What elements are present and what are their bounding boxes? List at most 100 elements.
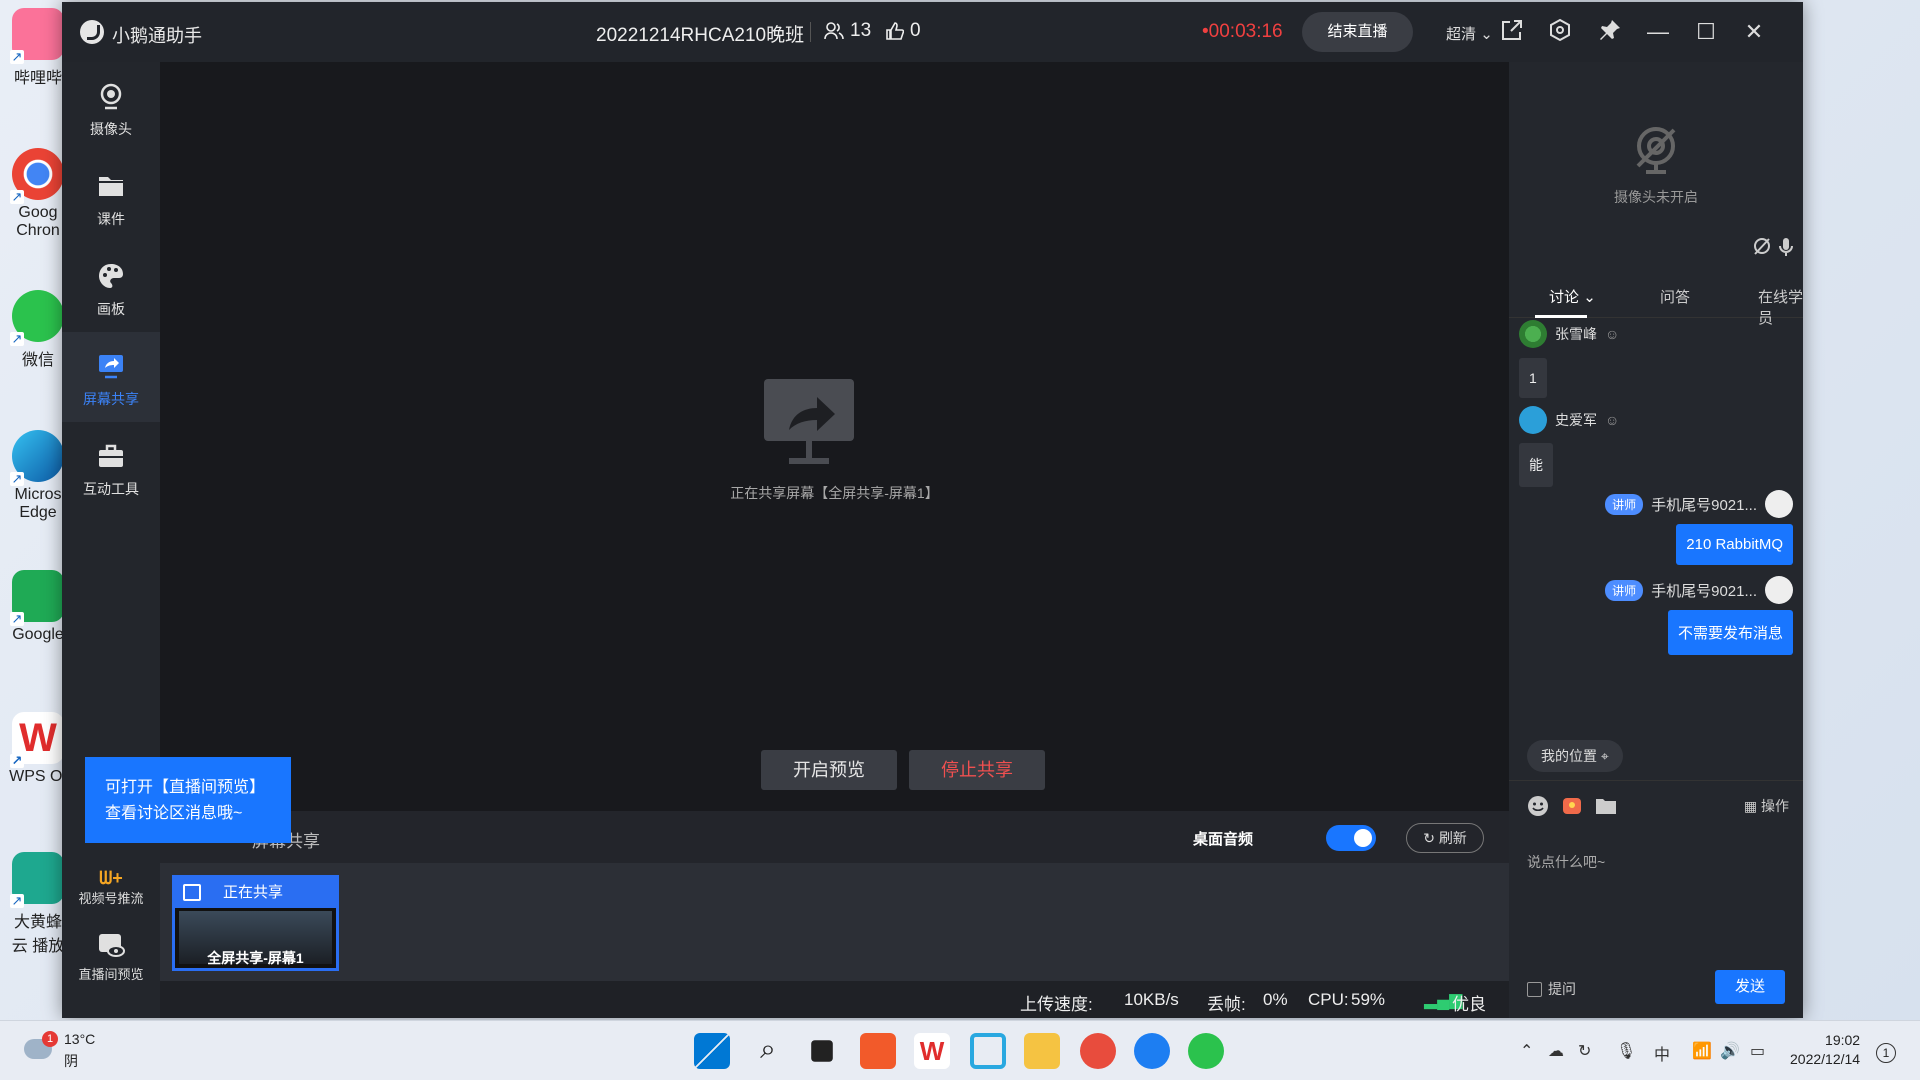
desktop-icon-edge[interactable]: Micros Edge [8, 430, 68, 522]
tooltip-line: 查看讨论区消息哦~ [105, 805, 243, 822]
taskbar-app-icon[interactable] [1080, 1033, 1116, 1069]
folder-icon [99, 177, 123, 196]
desktop-icon-chrome[interactable]: Goog Chron [8, 148, 68, 240]
live-assistant-icon[interactable] [1134, 1033, 1170, 1069]
monitor-icon [183, 884, 201, 901]
chat-username: 张雪峰 [1555, 326, 1597, 342]
taskbar-app-icon[interactable] [860, 1033, 896, 1069]
stop-share-button[interactable]: 停止共享 [909, 750, 1045, 790]
chat-message-header: 讲师 手机尾号9021... [1605, 576, 1793, 604]
chat-input[interactable]: 说点什么吧~ [1527, 852, 1605, 872]
chat-tabs: 讨论 ⌄ 问答 在线学员 [1509, 270, 1803, 327]
microphone-icon[interactable] [1775, 236, 1797, 258]
weather-desc: 阴 [64, 1053, 78, 1069]
refresh-button[interactable]: ↻ 刷新 [1406, 823, 1484, 853]
location-label: 我的位置 [1541, 748, 1597, 764]
microphone-icon[interactable]: 🎙 [1616, 1041, 1636, 1061]
maximize-icon[interactable]: ☐ [1692, 18, 1720, 46]
desktop-icon-bilibili[interactable]: 哔哩哔 [8, 8, 68, 88]
emoji-icon[interactable] [1527, 795, 1549, 817]
operations-label: 操作 [1761, 798, 1789, 814]
desktop-icon-label: 哔哩哔 [13, 70, 62, 87]
tab-label: 讨论 [1549, 289, 1580, 306]
minimize-icon[interactable]: — [1644, 18, 1672, 46]
clock[interactable]: 19:02 2022/12/14 [1790, 1031, 1860, 1069]
wps-icon[interactable]: W [914, 1033, 950, 1069]
question-checkbox[interactable]: 提问 [1527, 979, 1576, 999]
sharing-status-text: 正在共享屏幕【全屏共享-屏幕1】 [730, 485, 939, 501]
task-view-icon[interactable] [811, 1040, 833, 1062]
viewer-count-value: 13 [850, 20, 872, 41]
search-icon[interactable]: ⌕ [750, 1033, 786, 1069]
camera-toggle-icon[interactable] [1751, 236, 1773, 258]
desktop-icon-player[interactable]: 大黄蜂云 播放 [8, 852, 68, 956]
nav-item-label: 画板 [97, 301, 125, 317]
reply-icon[interactable]: ☺ [1605, 326, 1619, 342]
desktop-icon-wechat[interactable]: 微信 [8, 290, 68, 370]
share-export-icon[interactable] [1498, 18, 1526, 46]
thumbnail-status: 正在共享 [223, 884, 284, 901]
screen-share-stage: 正在共享屏幕【全屏共享-屏幕1】 开启预览 停止共享 [160, 62, 1509, 811]
live-timer: •00:03:16 [1202, 21, 1283, 42]
settings-icon[interactable] [1546, 18, 1574, 46]
like-count: 0 [886, 20, 921, 42]
network-quality: 优良 [1452, 995, 1486, 1014]
upload-speed-label: 上传速度: [1020, 995, 1093, 1014]
end-live-button[interactable]: 结束直播 [1302, 12, 1413, 52]
operations-menu[interactable]: ▦ 操作 [1744, 796, 1789, 816]
palette-icon [99, 264, 123, 288]
wechat-icon[interactable] [1188, 1033, 1224, 1069]
tooltip-line: 可打开【直播间预览】 [105, 779, 266, 796]
nav-item-whiteboard[interactable]: 画板 [62, 242, 160, 332]
reply-icon[interactable]: ☺ [1605, 412, 1619, 428]
nav-item-interactive-tools[interactable]: 互动工具 [62, 422, 160, 512]
start-preview-button[interactable]: 开启预览 [761, 750, 897, 790]
nav-item-live-preview[interactable]: 直播间预览 [62, 930, 160, 983]
notification-badge[interactable]: 1 [1876, 1043, 1896, 1063]
thumbs-up-icon [886, 22, 904, 40]
status-bar: 上传速度: 10KB/s 丢帧: 0% CPU: 59% ▂▄▆ 优良 [160, 981, 1509, 1018]
volume-icon[interactable]: 🔊 [1720, 1041, 1740, 1061]
pin-icon[interactable] [1596, 18, 1624, 46]
folder-icon[interactable] [1595, 795, 1617, 817]
refresh-label: 刷新 [1438, 830, 1467, 846]
taskbar-app-icon[interactable] [970, 1033, 1006, 1069]
wechat-icon [10, 290, 64, 346]
thumbnail-header: 正在共享 [175, 878, 336, 908]
desktop-audio-toggle[interactable] [1326, 825, 1376, 851]
screen-source-thumbnail[interactable]: 正在共享 全屏共享-屏幕1 [172, 875, 339, 971]
battery-icon[interactable]: ▭ [1750, 1041, 1765, 1061]
chat-message-header: 史爱军 ☺ [1519, 406, 1619, 434]
nav-item-screen-share[interactable]: 屏幕共享 [62, 332, 160, 422]
clock-date: 2022/12/14 [1790, 1051, 1861, 1067]
checkbox[interactable] [1527, 981, 1542, 997]
ime-indicator[interactable]: 中 [1654, 1041, 1670, 1065]
sync-icon[interactable]: ↻ [1578, 1041, 1591, 1061]
red-packet-icon[interactable] [1561, 795, 1583, 817]
file-explorer-icon[interactable] [1024, 1033, 1060, 1069]
nav-item-video-push[interactable]: ᗯ+ 视频号推流 [62, 868, 160, 907]
weather-temp: 13°C [64, 1031, 96, 1047]
tab-qa[interactable]: 问答 [1660, 286, 1690, 307]
chevron-up-icon[interactable]: ⌃ [1520, 1041, 1533, 1061]
send-button[interactable]: 发送 [1715, 970, 1785, 1004]
app-name: 小鹅通助手 [112, 26, 202, 46]
avatar [1519, 406, 1547, 434]
start-menu-icon[interactable] [694, 1033, 730, 1069]
desktop-icon-wps[interactable]: WWPS Of [8, 712, 68, 786]
nav-item-courseware[interactable]: 课件 [62, 152, 160, 242]
wifi-icon[interactable]: 📶 [1692, 1041, 1712, 1061]
my-location-button[interactable]: 我的位置 ⌖ [1527, 740, 1623, 772]
title-bar: 小鹅通助手 20221214RHCA210晚班 13 0 •00:03:16 结… [62, 2, 1803, 62]
chat-bubble: 不需要发布消息 [1667, 610, 1793, 655]
cloud-icon[interactable]: ☁ [1548, 1041, 1564, 1061]
quality-dropdown[interactable]: 超清 ⌄ [1446, 23, 1493, 44]
desktop-icon-label: Goog Chron [16, 204, 60, 239]
close-icon[interactable]: ✕ [1740, 18, 1768, 46]
chrome-icon [10, 148, 64, 204]
nav-item-camera[interactable]: 摄像头 [62, 62, 160, 152]
desktop-icon-google[interactable]: Google [8, 570, 68, 644]
tab-discussion[interactable]: 讨论 ⌄ [1549, 286, 1596, 307]
nav-item-label: 视频号推流 [78, 891, 144, 906]
class-title: 20221214RHCA210晚班 [596, 25, 805, 46]
